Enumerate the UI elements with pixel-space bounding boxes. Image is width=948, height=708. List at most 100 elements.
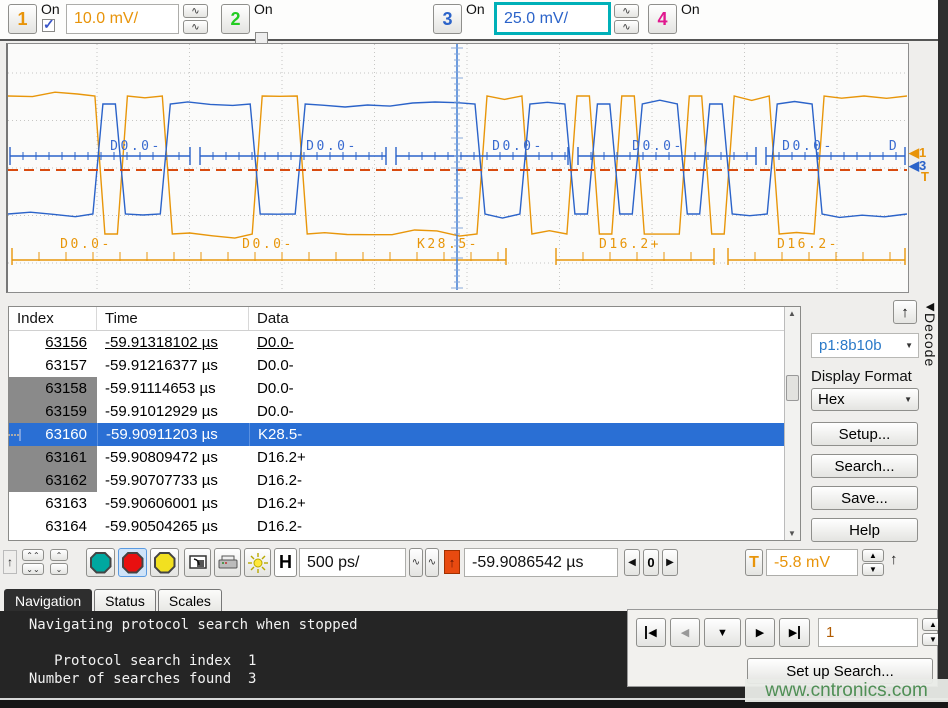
trigger-menu-button[interactable]: T — [745, 549, 763, 576]
next-result-button[interactable]: ▶ — [745, 618, 775, 647]
waveform-display[interactable]: D0.0-D0.0-D0.0-D0.0-D0.0-DD0.0-D0.0-K28.… — [6, 43, 909, 293]
delay-zero-button[interactable]: 0 — [643, 549, 659, 576]
table-row[interactable]: 63163 -59.90606001 µs D16.2+ — [9, 492, 800, 515]
table-row[interactable]: 63158 -59.91114653 µs D0.0- — [9, 377, 800, 400]
horizontal-label: H — [279, 552, 292, 573]
tab-scales[interactable]: Scales — [158, 589, 222, 611]
cell-data: D16.2+ — [257, 449, 306, 466]
setup-search-label: Set up Search... — [786, 663, 894, 680]
scroll-up-icon[interactable]: ▲ — [788, 309, 796, 318]
run-button[interactable] — [86, 548, 115, 577]
save-button[interactable]: Save... — [811, 486, 918, 510]
channel-1-on-checkbox[interactable]: ✓ — [42, 19, 55, 32]
trigger-slope-icon[interactable]: ↑ — [890, 551, 898, 568]
scrollbar-thumb[interactable] — [786, 375, 799, 401]
scroll-down-icon[interactable]: ▼ — [788, 529, 796, 538]
channel-1-scale-down-button[interactable]: ∿ — [183, 20, 208, 34]
waveform-plot: D0.0-D0.0-D0.0-D0.0-D0.0-DD0.0-D0.0-K28.… — [8, 44, 907, 290]
trigger-level-marker[interactable]: T — [921, 169, 929, 184]
trigger-level-field[interactable]: -5.8 mV — [766, 549, 858, 576]
search-navigation-panel: ◀ ◀ ▼ ▶ ▶ 1 ▲ ▼ Set up Search... — [627, 609, 938, 687]
bus-select-value: p1:8b10b — [819, 337, 882, 354]
cell-data: D0.0- — [257, 403, 294, 420]
wave-up-icon: ∿ — [191, 6, 199, 17]
screen-capture-button[interactable] — [184, 548, 211, 577]
vertical-shrink-button[interactable]: ⌄⌄ — [22, 563, 44, 575]
skip-to-end-icon: ▶ — [789, 626, 800, 639]
channel-4-button[interactable]: 4 — [648, 4, 677, 34]
channel-3-scale-field[interactable]: 25.0 mV/ — [494, 2, 611, 35]
setup-button[interactable]: Setup... — [811, 422, 918, 446]
svg-text:D0.0-: D0.0- — [60, 237, 112, 252]
timebase-field[interactable]: 500 ps/ — [299, 548, 406, 577]
print-button[interactable] — [214, 548, 241, 577]
channel-4-number: 4 — [657, 9, 667, 30]
help-button[interactable]: Help — [811, 518, 918, 542]
cell-index: 63158 — [45, 380, 87, 397]
table-scrollbar[interactable]: ▲ ▼ — [784, 307, 800, 540]
table-row[interactable]: 63159 -59.91012929 µs D0.0- — [9, 400, 800, 423]
table-row[interactable]: 63156 -59.91318102 µs D0.0- — [9, 331, 800, 354]
channel-3-scale-up-button[interactable]: ∿ — [614, 4, 639, 18]
channel-2-button[interactable]: 2 — [221, 4, 250, 34]
timebase-fast-button[interactable]: ∿ — [409, 548, 423, 577]
channel-3-button[interactable]: 3 — [433, 4, 462, 34]
result-dropdown-button[interactable]: ▼ — [704, 618, 741, 647]
arrow-up-icon: ↑ — [901, 304, 909, 321]
stop-button[interactable] — [118, 548, 147, 577]
panel-collapse-button[interactable]: ↑ — [893, 300, 917, 324]
single-button[interactable] — [150, 548, 179, 577]
row-cursor-icon — [8, 428, 24, 442]
position-up-button[interactable]: ⌃ — [50, 549, 68, 561]
header-data[interactable]: Data — [257, 310, 289, 327]
cell-index: 63160 — [45, 426, 87, 443]
previous-result-button[interactable]: ◀ — [670, 618, 700, 647]
brightness-button[interactable] — [244, 548, 271, 577]
channel-1-scale-field[interactable]: 10.0 mV/ — [66, 4, 179, 34]
display-format-dropdown[interactable]: Hex ▼ — [811, 388, 919, 411]
table-row[interactable]: 63161 -59.90809472 µs D16.2+ — [9, 446, 800, 469]
trigger-position-button[interactable]: ↑ — [444, 550, 460, 574]
chevron-down-icon: ▼ — [905, 341, 913, 350]
svg-text:D0.0-: D0.0- — [110, 139, 162, 154]
table-row-selected[interactable]: 63160 -59.90911203 µs K28.5- — [9, 423, 800, 446]
delay-right-button[interactable]: ▶ — [662, 549, 678, 576]
timebase-slow-button[interactable]: ∿ — [425, 548, 439, 577]
horizontal-menu-button[interactable]: H — [274, 548, 297, 577]
trigger-level-up-button[interactable]: ▲ — [862, 549, 884, 562]
svg-text:D0.0-: D0.0- — [242, 237, 294, 252]
cell-time: -59.91216377 µs — [105, 357, 218, 374]
search-index-field[interactable]: 1 — [818, 618, 918, 647]
header-time[interactable]: Time — [105, 310, 138, 327]
arrow-left-icon: ◀ — [926, 300, 934, 313]
trigger-level-down-button[interactable]: ▼ — [862, 563, 884, 576]
position-down-button[interactable]: ⌄ — [50, 563, 68, 575]
table-row[interactable]: 63164 -59.90504265 µs D16.2- — [9, 515, 800, 538]
tab-status[interactable]: Status — [94, 589, 156, 611]
search-button[interactable]: Search... — [811, 454, 918, 478]
marker-up-icon[interactable]: ↑ — [3, 550, 17, 574]
bus-select-dropdown[interactable]: p1:8b10b ▼ — [811, 333, 919, 358]
triangle-up-icon: ▲ — [869, 551, 877, 560]
table-row[interactable]: 63157 -59.91216377 µs D0.0- — [9, 354, 800, 377]
timebase-value: 500 ps/ — [307, 554, 359, 572]
wave-small-icon: ∿ — [412, 557, 420, 568]
tab-navigation[interactable]: Navigation — [4, 589, 92, 611]
vertical-expand-button[interactable]: ⌃⌃ — [22, 549, 44, 561]
table-row[interactable]: 63162 -59.90707733 µs D16.2- — [9, 469, 800, 492]
channel-3-scale-down-button[interactable]: ∿ — [614, 20, 639, 34]
cell-index: 63164 — [45, 518, 87, 535]
channel-2-number: 2 — [230, 9, 240, 30]
channel-1-scale-up-button[interactable]: ∿ — [183, 4, 208, 18]
delay-field[interactable]: -59.9086542 µs — [464, 548, 618, 577]
decode-side-tab[interactable]: ◀ Decode — [921, 300, 939, 400]
delay-left-button[interactable]: ◀ — [624, 549, 640, 576]
channel-1-number: 1 — [17, 9, 27, 30]
wave-down-icon: ∿ — [191, 22, 199, 33]
svg-text:D0.0-: D0.0- — [782, 139, 834, 154]
header-index[interactable]: Index — [17, 310, 54, 327]
tab-status-label: Status — [105, 593, 145, 609]
first-result-button[interactable]: ◀ — [636, 618, 666, 647]
channel-1-button[interactable]: 1 — [8, 4, 37, 34]
last-result-button[interactable]: ▶ — [779, 618, 810, 647]
